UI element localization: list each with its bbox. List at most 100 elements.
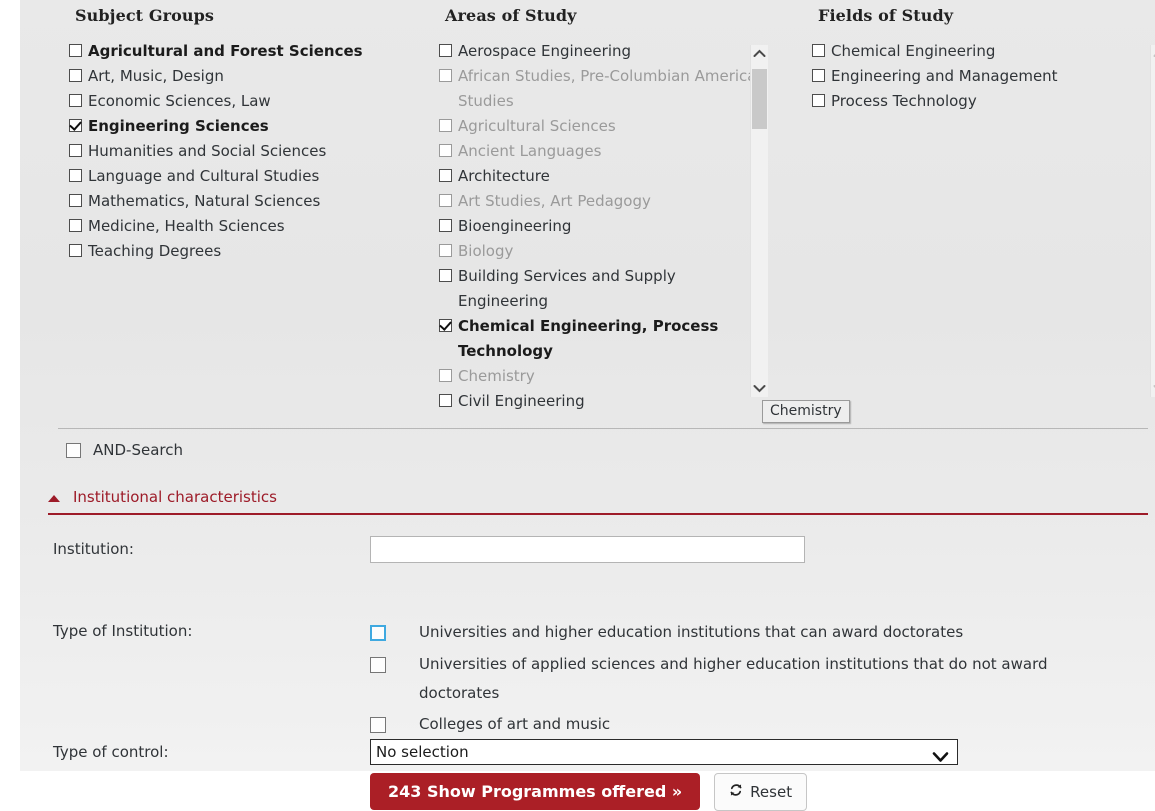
list-item-label: Art, Music, Design <box>88 67 224 85</box>
list-item-disabled: Ancient Languages <box>425 139 770 164</box>
checkbox-icon[interactable] <box>439 169 452 182</box>
list-item-label: Language and Cultural Studies <box>88 167 320 185</box>
list-item[interactable]: Building Services and Supply Engineering <box>425 264 770 314</box>
list-item-label: Medicine, Health Sciences <box>88 217 285 235</box>
show-programmes-button[interactable]: 243 Show Programmes offered » <box>370 773 701 810</box>
checkbox-icon <box>439 119 452 132</box>
checkbox-icon[interactable] <box>69 144 82 157</box>
list-item-label: Chemical Engineering <box>831 42 996 60</box>
study-selector-columns: Subject Groups Agricultural and Forest S… <box>20 0 1155 425</box>
list-item[interactable]: Teaching Degrees <box>55 239 425 264</box>
chevron-down-icon[interactable] <box>932 746 949 770</box>
list-item[interactable]: Medicine, Health Sciences <box>55 214 425 239</box>
search-filter-panel: Subject Groups Agricultural and Forest S… <box>20 0 1155 811</box>
list-item[interactable]: Art, Music, Design <box>55 64 425 89</box>
scrollbar-fields-of-study[interactable] <box>1150 45 1155 397</box>
list-item[interactable]: Economic Sciences, Law <box>55 89 425 114</box>
list-item[interactable]: Language and Cultural Studies <box>55 164 425 189</box>
column-subject-groups: Subject Groups Agricultural and Forest S… <box>55 0 425 264</box>
checkbox-icon[interactable] <box>370 717 386 733</box>
subject-groups-listwrap: Agricultural and Forest Sciences Art, Mu… <box>55 39 425 264</box>
list-item-label: Teaching Degrees <box>88 242 222 260</box>
row-institution: Institution: <box>20 524 1155 571</box>
checkbox-icon[interactable] <box>370 625 386 641</box>
type-of-control-select-wrap[interactable]: No selection <box>370 739 958 765</box>
list-item[interactable]: Aerospace Engineering <box>425 39 770 64</box>
checkbox-icon[interactable] <box>69 69 82 82</box>
list-item-label: Agricultural and Forest Sciences <box>88 42 363 60</box>
type-of-control-select[interactable]: No selection <box>370 739 958 765</box>
list-item[interactable]: Architecture <box>425 164 770 189</box>
list-item[interactable]: Process Technology <box>798 89 1138 114</box>
list-item-label: Chemical Engineering, Process Technology <box>458 317 719 360</box>
reset-button[interactable]: Reset <box>714 773 808 811</box>
fields-of-study-list: Chemical Engineering Engineering and Man… <box>798 39 1138 114</box>
type-of-control-selected-value: No selection <box>376 743 469 761</box>
list-item-label: Engineering and Management <box>831 67 1058 85</box>
list-item-label: Ancient Languages <box>458 142 602 160</box>
checkbox-icon[interactable] <box>812 44 825 57</box>
list-item[interactable]: Mathematics, Natural Sciences <box>55 189 425 214</box>
list-item[interactable]: Engineering and Management <box>798 64 1138 89</box>
form-actions: 243 Show Programmes offered » Reset <box>370 773 808 811</box>
checkbox-icon <box>439 194 452 207</box>
list-item-selected[interactable]: Chemical Engineering, Process Technology <box>425 314 770 364</box>
list-item-label: Mathematics, Natural Sciences <box>88 192 321 210</box>
type-of-control-label: Type of control: <box>53 743 169 761</box>
institutional-characteristics-form: Institution: Type of Institution: Univer… <box>20 524 1155 811</box>
checkbox-checked-icon[interactable] <box>439 319 452 332</box>
type-option[interactable]: Universities of applied sciences and hig… <box>370 650 1130 708</box>
checkbox-icon[interactable] <box>439 219 452 232</box>
refresh-icon <box>729 783 743 801</box>
institution-input[interactable] <box>370 536 805 563</box>
list-item-disabled: African Studies, Pre-Columbian American … <box>425 64 770 114</box>
checkbox-icon[interactable] <box>69 94 82 107</box>
list-item-label: Building Services and Supply Engineering <box>458 267 676 310</box>
type-of-institution-options: Universities and higher education instit… <box>370 618 1130 742</box>
scroll-up-arrow-icon[interactable] <box>751 45 768 62</box>
list-item-label: Biology <box>458 242 514 260</box>
checkbox-icon[interactable] <box>69 194 82 207</box>
scroll-up-arrow-icon <box>1151 45 1155 62</box>
list-item[interactable]: Chemical Engineering <box>798 39 1138 64</box>
list-item-disabled: Agricultural Sciences <box>425 114 770 139</box>
type-option[interactable]: Colleges of art and music <box>370 710 1130 740</box>
list-item-selected[interactable]: Engineering Sciences <box>55 114 425 139</box>
section-title: Institutional characteristics <box>73 488 277 506</box>
checkbox-icon[interactable] <box>69 244 82 257</box>
checkbox-icon[interactable] <box>439 394 452 407</box>
institution-label: Institution: <box>53 540 134 558</box>
type-option[interactable]: Universities and higher education instit… <box>370 618 1130 648</box>
scroll-down-arrow-icon[interactable] <box>751 380 768 397</box>
list-item-label: Art Studies, Art Pedagogy <box>458 192 651 210</box>
list-item-label: Architecture <box>458 167 550 185</box>
and-search-checkbox[interactable] <box>66 442 81 458</box>
section-header-institutional-characteristics[interactable]: Institutional characteristics <box>48 488 1148 515</box>
list-item[interactable]: Bioengineering <box>425 214 770 239</box>
checkbox-icon <box>439 244 452 257</box>
collapse-triangle-up-icon[interactable] <box>48 495 60 502</box>
type-option-label: Universities of applied sciences and hig… <box>419 655 1048 702</box>
scrollbar-thumb[interactable] <box>752 69 767 129</box>
checkbox-icon[interactable] <box>69 169 82 182</box>
checkbox-icon[interactable] <box>69 44 82 57</box>
checkbox-icon[interactable] <box>812 69 825 82</box>
list-item[interactable]: Agricultural and Forest Sciences <box>55 39 425 64</box>
column-title-fields-of-study: Fields of Study <box>818 6 954 25</box>
scrollbar-areas-of-study[interactable] <box>750 45 768 397</box>
list-item-label: Economic Sciences, Law <box>88 92 271 110</box>
divider <box>58 428 1148 429</box>
column-title-areas-of-study: Areas of Study <box>445 6 577 25</box>
checkbox-icon[interactable] <box>370 657 386 673</box>
type-option-label: Universities and higher education instit… <box>419 623 964 641</box>
list-item-disabled: Art Studies, Art Pedagogy <box>425 189 770 214</box>
checkbox-icon[interactable] <box>439 269 452 282</box>
checkbox-icon[interactable] <box>812 94 825 107</box>
checkbox-icon[interactable] <box>439 44 452 57</box>
list-item[interactable]: Civil Engineering <box>425 389 770 414</box>
and-search-row[interactable]: AND-Search <box>66 438 183 462</box>
list-item-label: Humanities and Social Sciences <box>88 142 327 160</box>
list-item[interactable]: Humanities and Social Sciences <box>55 139 425 164</box>
checkbox-checked-icon[interactable] <box>69 119 82 132</box>
checkbox-icon[interactable] <box>69 219 82 232</box>
